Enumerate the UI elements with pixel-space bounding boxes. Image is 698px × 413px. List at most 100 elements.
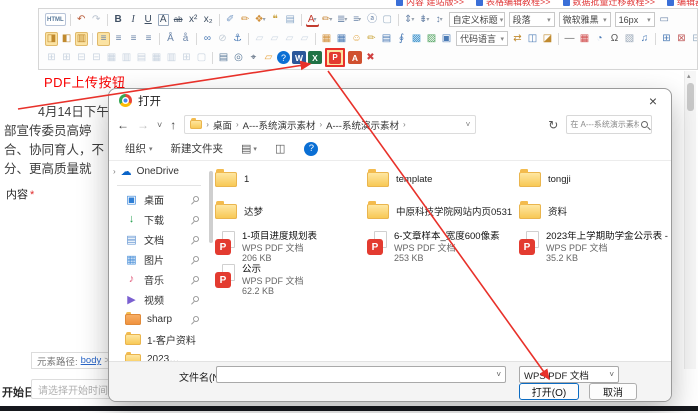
sidebar-item[interactable]: ▣桌面 [109,189,209,209]
search-input[interactable]: 在 A---系统演示素材 中搜索 [566,115,652,134]
organize-button[interactable]: 组织▾ [125,141,153,156]
highlight-color-icon[interactable]: ✏▾ [321,13,334,27]
bold-icon[interactable]: B [112,13,125,27]
case-lower-icon[interactable]: å [179,32,192,46]
sidebar-item[interactable]: 2023… [109,349,209,361]
unlink-icon[interactable]: ⊘ [216,32,229,46]
split-cols-icon[interactable]: ▥ [165,51,178,65]
border-a-icon[interactable]: A [157,13,170,27]
help-link[interactable]: 内容 建站版>> [396,0,464,8]
insert-image-icon[interactable]: ▦ [320,32,333,46]
up-button[interactable]: ↑ [170,118,176,132]
format-brush-icon[interactable]: ✏ [239,13,252,27]
table-title-icon[interactable]: ⊟ [690,32,697,46]
paste-filter-icon[interactable]: ▤ [284,13,297,27]
path-body-link[interactable]: body [81,355,102,366]
sidebar-item-onedrive[interactable]: ›☁OneDrive [109,161,209,181]
eraser-icon[interactable]: ✐ [224,13,237,27]
save-draft-icon[interactable]: ▱ [262,51,275,65]
column-layout-icon[interactable]: ◫ [526,32,539,46]
rtl-direction-icon[interactable]: ◧ [60,32,73,46]
underline-icon[interactable]: U [142,13,155,27]
sidebar-item[interactable]: sharp [109,309,209,329]
merge-right-icon[interactable]: ▥ [120,51,133,65]
custom-style-select[interactable]: 自定义标题▾ [449,12,505,27]
expander-icon[interactable]: › [113,167,116,176]
scratchpad-icon[interactable]: ⇄ [511,32,524,46]
breadcrumb[interactable]: ›桌面›A---系统演示素材›A---系统演示素材›˅ [184,115,476,134]
file-item[interactable]: P1-项目进度规划表WPS PDF 文档206 KB [215,231,367,263]
scrawl-icon[interactable]: ✏ [365,32,378,46]
font-family-select[interactable]: 微软雅黑▾ [559,12,611,27]
code-block-icon[interactable]: ▣ [440,32,453,46]
code-language-select[interactable]: 代码语言▾ [456,31,508,46]
sidebar-item[interactable]: 1-客户资料 [109,329,209,349]
insert-col-icon[interactable]: ⊞ [60,51,73,65]
border-option-icon-4[interactable]: ▱ [298,32,311,46]
unordered-list-icon[interactable]: ≡▾ [351,13,364,27]
strikethrough-icon[interactable]: ab [172,13,185,27]
editor-scrollbar[interactable]: ▴ [684,71,696,369]
insert-time-icon[interactable]: ◔ [593,32,606,46]
align-left-icon[interactable]: ≡ [97,32,110,46]
file-item[interactable]: P6-文章样本_宽度600像素WPS PDF 文档253 KB [367,231,519,263]
folder-item[interactable]: tongji [519,167,669,191]
split-rows-icon[interactable]: ▦ [150,51,163,65]
delete-col-icon[interactable]: ⊟ [90,51,103,65]
scroll-up-icon[interactable]: ▴ [687,72,691,80]
redo-icon[interactable]: ↷ [90,13,103,27]
line-height-icon[interactable]: ⇕▾ [403,13,416,27]
chevron-down-icon[interactable]: ˅ [466,120,471,129]
breadcrumb-item[interactable]: 桌面 [213,118,232,132]
insert-table-icon[interactable]: ⊞ [660,32,673,46]
sidebar-scrollbar[interactable] [209,171,213,243]
anchor-icon[interactable]: ⚓ [231,32,244,46]
image-text-icon[interactable]: ▩ [410,32,423,46]
dialog-help-button[interactable]: ? [304,142,318,156]
fullscreen-icon[interactable]: ▭ [658,13,671,27]
help-link[interactable]: 表格编辑教程>> [476,0,551,8]
filename-input[interactable]: ˅ [216,366,506,383]
horizontal-rule-icon[interactable]: — [563,32,576,46]
new-folder-button[interactable]: 新建文件夹 [171,141,224,156]
table-props-icon[interactable]: ⊞ [180,51,193,65]
forward-button[interactable]: → [137,118,149,132]
cell-props-icon[interactable]: ▢ [195,51,208,65]
formula-icon[interactable]: ▧ [623,32,636,46]
sidebar-item[interactable]: ♪音乐 [109,269,209,289]
preview-pane-button[interactable]: ◫ [275,142,285,155]
excel-import-icon[interactable]: X [308,51,322,64]
emoji-icon[interactable]: ☺ [350,32,363,46]
breadcrumb-item[interactable]: A---系统演示素材 [326,118,399,132]
blockquote-icon[interactable]: ❝ [269,13,282,27]
html-source-icon[interactable]: HTML [45,13,66,26]
blank-page-icon[interactable]: ▢ [381,13,394,27]
recent-locations-button[interactable]: ˅ [157,120,162,130]
insert-audio-icon[interactable]: ♫ [638,32,651,46]
clear-format-icon[interactable]: ❖▾ [254,13,267,27]
subscript-icon[interactable]: x₂ [202,13,215,27]
indent-paragraph-icon[interactable]: ◨ [45,32,58,46]
clear-content-icon[interactable]: ✖ [364,51,377,65]
folder-item[interactable]: 中原科技学院网站内页0531 [367,199,517,223]
folder-item[interactable]: template [367,167,517,191]
border-option-icon-2[interactable]: ▱ [268,32,281,46]
align-justify-icon[interactable]: ≡ [142,32,155,46]
file-type-select[interactable]: WPS PDF 文档˅ [519,366,619,383]
preview-icon[interactable]: ◎ [232,51,245,65]
border-option-icon-3[interactable]: ▱ [283,32,296,46]
file-item[interactable]: P公示WPS PDF 文档62.2 KB [215,264,367,296]
superscript-icon[interactable]: x² [187,13,200,27]
file-item[interactable]: P2023年上学期助学金公示表 - 副本WPS PDF 文档35.2 KB [519,231,671,263]
font-color-icon[interactable]: A▾ [306,13,319,27]
cancel-button[interactable]: 取消 [589,383,637,400]
image-manager-icon[interactable]: ▦ [335,32,348,46]
back-button[interactable]: ← [117,118,129,132]
sidebar-item[interactable]: ▦图片 [109,249,209,269]
insert-row-icon[interactable]: ⊞ [45,51,58,65]
undo-icon[interactable]: ↶ [75,13,88,27]
insert-date-icon[interactable]: ▦ [578,32,591,46]
auto-typeset-icon[interactable]: ⓐ [366,13,379,27]
help-icon[interactable]: ? [277,51,290,64]
merge-down-icon[interactable]: ▤ [135,51,148,65]
